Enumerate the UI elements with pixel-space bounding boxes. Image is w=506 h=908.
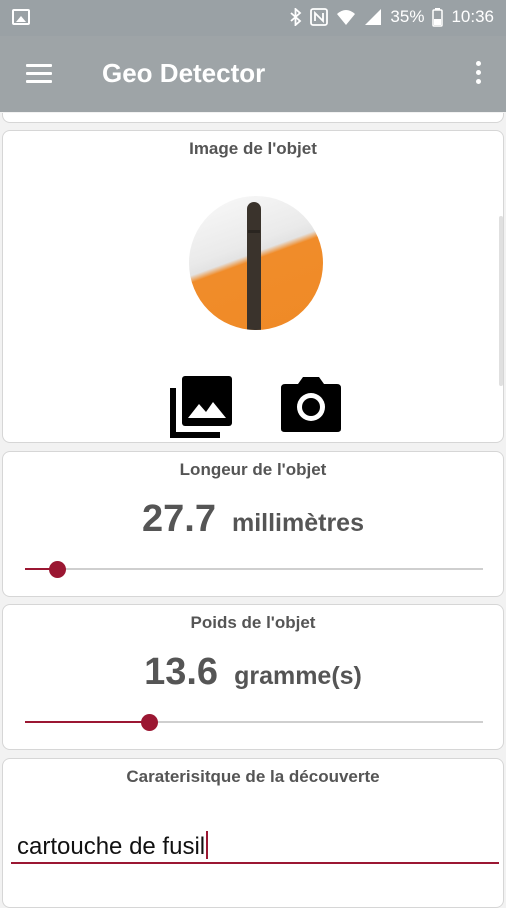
status-icons: 35% 10:36 bbox=[290, 7, 494, 27]
discovery-card: Caraterisitque de la découverte cartouch… bbox=[2, 758, 504, 908]
battery-icon bbox=[432, 7, 444, 27]
input-underline bbox=[11, 862, 499, 864]
object-photo bbox=[189, 196, 323, 330]
clock: 10:36 bbox=[451, 7, 494, 26]
previous-card-edge bbox=[2, 113, 504, 123]
weight-slider-thumb[interactable] bbox=[140, 714, 158, 731]
more-vert-icon[interactable] bbox=[474, 61, 482, 87]
weight-card-title: Poids de l'objet bbox=[190, 613, 316, 632]
length-unit: millimètres bbox=[231, 509, 364, 537]
length-card: Longeur de l'objet 27.7 millimètres bbox=[2, 451, 504, 597]
length-value: 27.7 bbox=[142, 498, 216, 540]
image-card-title: Image de l'objet bbox=[189, 139, 317, 158]
app-bar: Geo Detector bbox=[0, 36, 506, 112]
discovery-input-value: cartouche de fusil bbox=[17, 833, 206, 860]
photo-library-icon[interactable] bbox=[168, 374, 234, 440]
weight-slider[interactable] bbox=[25, 712, 483, 732]
signal-icon bbox=[365, 9, 382, 25]
length-slider[interactable] bbox=[25, 559, 483, 579]
weight-value-row: 13.6 gramme(s) bbox=[3, 651, 503, 694]
battery-percent: 35% bbox=[390, 7, 425, 26]
gallery-notification-icon bbox=[12, 9, 30, 25]
bluetooth-icon bbox=[290, 8, 302, 26]
wifi-icon bbox=[337, 10, 356, 25]
status-bar: 35% 10:36 bbox=[0, 0, 506, 36]
weight-card: Poids de l'objet 13.6 gramme(s) bbox=[2, 604, 504, 750]
camera-icon[interactable] bbox=[278, 374, 344, 434]
text-caret bbox=[206, 831, 209, 859]
hamburger-menu-icon[interactable] bbox=[26, 64, 52, 84]
app-title: Geo Detector bbox=[102, 58, 266, 88]
nfc-icon bbox=[310, 8, 329, 26]
length-value-row: 27.7 millimètres bbox=[3, 498, 503, 541]
weight-value: 13.6 bbox=[144, 651, 219, 693]
length-slider-thumb[interactable] bbox=[49, 561, 67, 578]
discovery-input[interactable]: cartouche de fusil bbox=[17, 831, 209, 861]
scroll-indicator bbox=[499, 216, 503, 386]
image-card: Image de l'objet bbox=[2, 130, 504, 443]
discovery-card-title: Caraterisitque de la découverte bbox=[126, 767, 380, 786]
weight-unit: gramme(s) bbox=[234, 662, 362, 690]
length-card-title: Longeur de l'objet bbox=[179, 460, 327, 479]
